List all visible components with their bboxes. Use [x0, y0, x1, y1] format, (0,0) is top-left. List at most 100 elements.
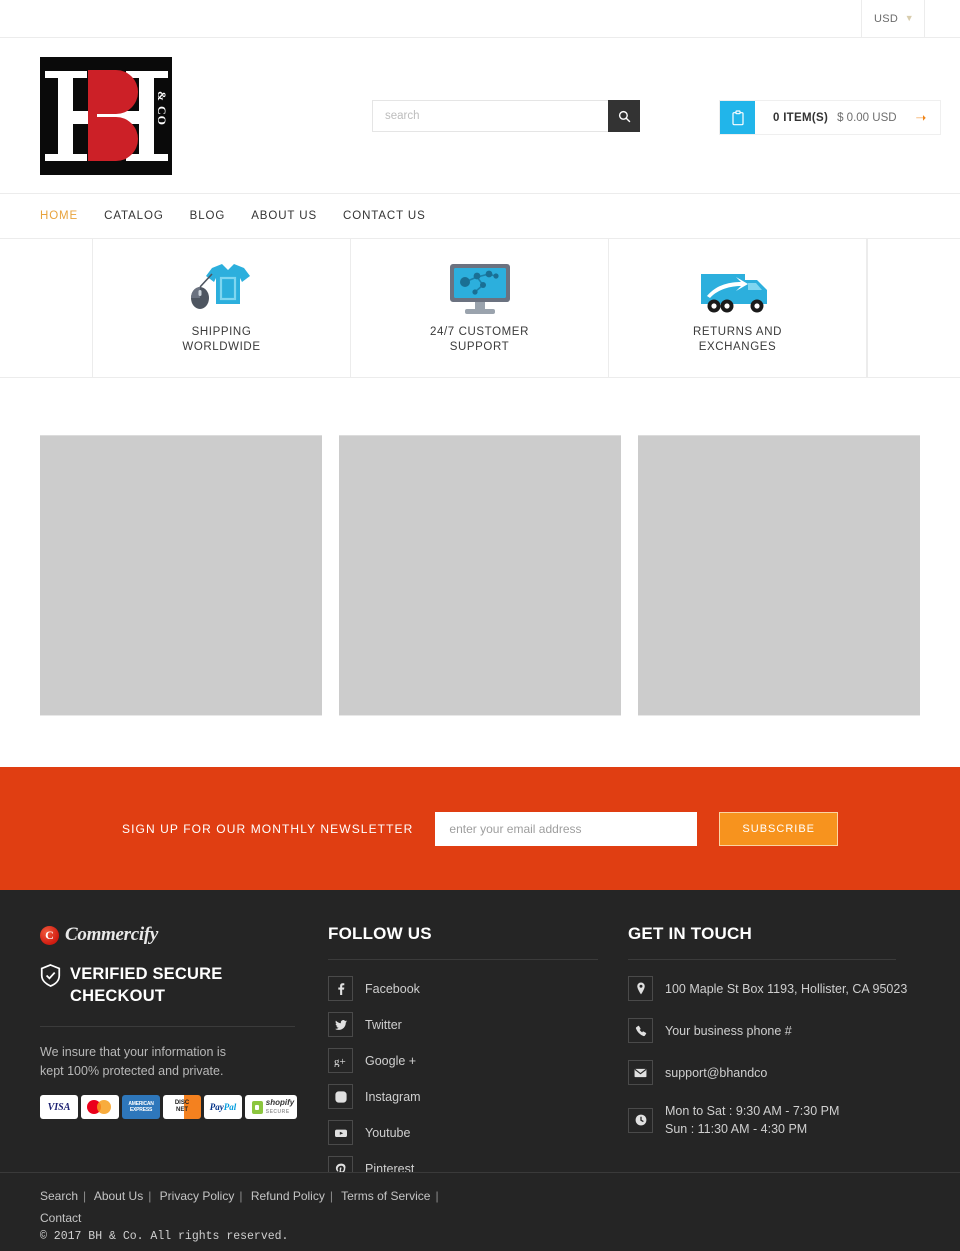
contact-label: Your business phone # — [665, 1023, 792, 1038]
contact-label: support@bhandco — [665, 1065, 768, 1080]
cart-item-count: 0 ITEM(S) — [773, 111, 829, 124]
contact-email[interactable]: support@bhandco — [628, 1060, 920, 1085]
insure-line-1: We insure that your information is — [40, 1044, 226, 1059]
follow-us-heading: FOLLOW US — [328, 924, 432, 943]
visa-badge: VISA — [40, 1095, 78, 1120]
footer-link-contact[interactable]: Contact — [40, 1211, 81, 1225]
lock-icon — [251, 1100, 263, 1114]
social-link-youtube[interactable]: Youtube — [328, 1120, 628, 1145]
instagram-icon — [328, 1084, 353, 1109]
amex-badge: AMERICAN EXPRESS — [122, 1095, 160, 1120]
nav-item-home[interactable]: HOME — [40, 210, 78, 222]
delivery-truck-icon — [699, 262, 777, 316]
arrow-right-icon[interactable]: ➝ — [916, 110, 927, 126]
site-header: & CO 0 ITEM(S) $ 0.00 USD ➝ — [0, 38, 960, 193]
contact-label: 100 Maple St Box 1193, Hollister, CA 950… — [665, 981, 908, 996]
contact-address: 100 Maple St Box 1193, Hollister, CA 950… — [628, 976, 920, 1001]
contact-divider — [628, 959, 896, 960]
cart-widget[interactable]: 0 ITEM(S) $ 0.00 USD ➝ — [719, 100, 942, 135]
footer-bottom-bar: Search | About Us | Privacy Policy | Refund… — [0, 1171, 960, 1251]
feature-line-1: RETURNS AND — [692, 326, 783, 339]
hours-sunday: Sun : 11:30 AM - 4:30 PM — [665, 1122, 808, 1137]
link-separator: | — [329, 1188, 333, 1203]
location-pin-icon — [628, 976, 653, 1001]
insure-line-2: kept 100% protected and private. — [40, 1063, 224, 1078]
contact-list: 100 Maple St Box 1193, Hollister, CA 950… — [628, 976, 920, 1138]
top-bar: USD ▼ — [0, 0, 960, 38]
contact-hours-label: Mon to Sat : 9:30 AM - 7:30 PM Sun : 11:… — [665, 1102, 839, 1138]
shopify-secure-text: shopify SECURE — [265, 1098, 295, 1115]
feature-strip: SHIPPING WORLDWIDE 24/7 CUSTOMER SUPPORT… — [0, 239, 960, 378]
feature-strip-left-gutter — [0, 239, 93, 377]
feature-label: 24/7 CUSTOMER SUPPORT — [430, 325, 529, 354]
payment-badges: VISA AMERICAN EXPRESS DISC NET Pay Pal shop… — [40, 1095, 328, 1120]
nav-item-blog[interactable]: BLOG — [190, 210, 226, 222]
social-label: Google + — [365, 1053, 417, 1068]
feature-line-1: SHIPPING — [191, 326, 252, 339]
footer-link-search[interactable]: Search — [40, 1189, 78, 1203]
footer-link-terms-of-service[interactable]: Terms of Service — [341, 1189, 430, 1203]
mastercard-badge — [81, 1095, 119, 1120]
top-bar-tail — [925, 0, 960, 37]
social-link-twitter[interactable]: Twitter — [328, 1012, 628, 1037]
social-link-google-plus[interactable]: g+ Google + — [328, 1048, 628, 1073]
search-icon — [618, 110, 630, 122]
social-links-list: Facebook Twitter g+ Google + Instagram Y… — [328, 976, 628, 1181]
nav-item-about-us[interactable]: ABOUT US — [251, 210, 317, 222]
paypal-badge: Pay Pal — [204, 1095, 242, 1120]
hours-weekday: Mon to Sat : 9:30 AM - 7:30 PM — [665, 1104, 840, 1118]
feature-line-2: WORLDWIDE — [182, 340, 261, 353]
search-button[interactable] — [608, 100, 640, 132]
link-separator: | — [239, 1188, 243, 1203]
clock-icon — [628, 1107, 653, 1133]
subscribe-button[interactable]: SUBSCRIBE — [719, 811, 838, 846]
feature-line-2: EXCHANGES — [698, 340, 777, 353]
mastercard-circle-orange — [97, 1100, 111, 1115]
tshirt-mouse-icon — [184, 262, 260, 316]
copyright-text: © 2017 BH & Co. All rights reserved. — [40, 1230, 289, 1243]
svg-text:g+: g+ — [334, 1056, 346, 1067]
logo-b-lower-bowl — [92, 116, 138, 161]
social-link-facebook[interactable]: Facebook — [328, 976, 628, 1001]
footer-link-refund-policy[interactable]: Refund Policy — [251, 1189, 325, 1203]
social-label: Youtube — [365, 1125, 411, 1140]
social-label: Instagram — [365, 1089, 421, 1104]
facebook-icon — [328, 976, 353, 1001]
feature-line-2: SUPPORT — [449, 340, 510, 353]
cart-summary: 0 ITEM(S) $ 0.00 USD ➝ — [755, 101, 940, 134]
footer-links: Search | About Us | Privacy Policy | Refund… — [40, 1185, 460, 1229]
footer-brand-column: C Commercify VERIFIED SECURE CHECKOUT We… — [40, 924, 328, 1190]
discover-badge: DISC NET — [163, 1095, 201, 1120]
placeholder-block-2[interactable] — [339, 435, 621, 716]
youtube-icon — [328, 1120, 353, 1145]
nav-item-contact-us[interactable]: CONTACT US — [343, 210, 426, 222]
feature-label: SHIPPING WORLDWIDE — [182, 325, 260, 354]
verified-label: VERIFIED SECURE CHECKOUT — [70, 965, 223, 1006]
feature-returns-exchanges: RETURNS AND EXCHANGES — [609, 239, 867, 377]
feature-shipping-worldwide: SHIPPING WORLDWIDE — [93, 239, 351, 377]
footer-link-privacy-policy[interactable]: Privacy Policy — [160, 1189, 235, 1203]
link-separator: | — [148, 1188, 152, 1203]
footer-link-about-us[interactable]: About Us — [94, 1189, 143, 1203]
phone-icon — [628, 1018, 653, 1043]
nav-item-catalog[interactable]: CATALOG — [104, 210, 164, 222]
search-input[interactable] — [372, 100, 608, 132]
commercify-logo: C Commercify — [40, 924, 328, 946]
site-logo[interactable]: & CO — [40, 56, 172, 175]
monitor-network-icon — [445, 262, 515, 316]
social-label: Twitter — [365, 1017, 402, 1032]
footer-contact-column: GET IN TOUCH 100 Maple St Box 1193, Holl… — [628, 924, 920, 1190]
currency-selector[interactable]: USD ▼ — [861, 0, 925, 37]
shopify-secure-badge: shopify SECURE — [245, 1095, 297, 1120]
follow-divider — [328, 959, 598, 960]
social-link-instagram[interactable]: Instagram — [328, 1084, 628, 1109]
cart-total: $ 0.00 USD — [837, 111, 897, 124]
main-navigation: HOME CATALOG BLOG ABOUT US CONTACT US — [0, 193, 960, 239]
google-plus-icon: g+ — [328, 1048, 353, 1073]
contact-hours: Mon to Sat : 9:30 AM - 7:30 PM Sun : 11:… — [628, 1102, 920, 1138]
placeholder-block-3[interactable] — [638, 435, 920, 716]
placeholder-block-1[interactable] — [40, 435, 322, 716]
newsletter-email-input[interactable] — [435, 811, 698, 846]
chevron-down-icon: ▼ — [904, 13, 914, 23]
site-footer: C Commercify VERIFIED SECURE CHECKOUT We… — [0, 890, 960, 1190]
